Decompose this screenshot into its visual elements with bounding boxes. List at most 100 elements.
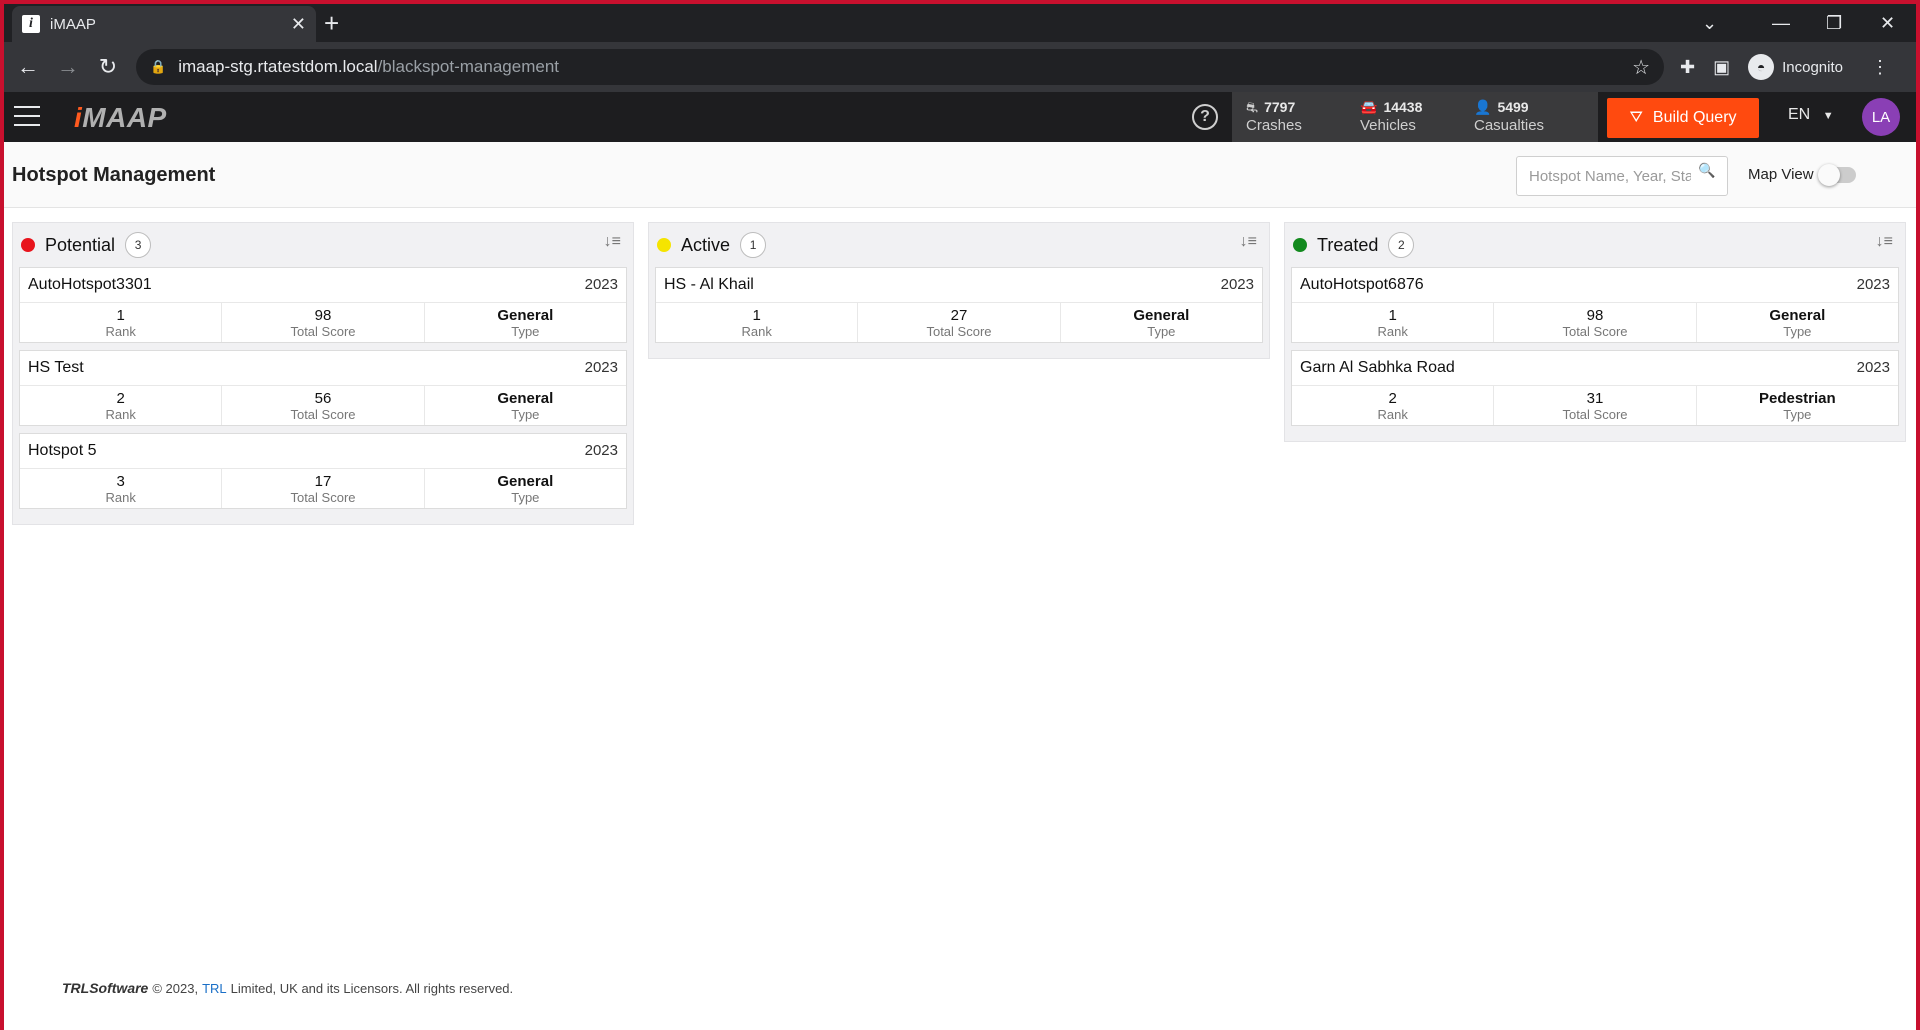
stat-crashes[interactable]: ⛐ 7797 Crashes bbox=[1232, 92, 1346, 142]
url-field[interactable]: 🔒 imaap-stg.rtatestdom.local/blackspot-m… bbox=[136, 49, 1664, 85]
imaap-logo[interactable]: iMAAP bbox=[74, 102, 167, 134]
hotspot-metrics: 1 Rank 27 Total Score General Type bbox=[656, 302, 1262, 342]
hotspot-card[interactable]: Garn Al Sabhka Road 2023 2 Rank 31 Total Scor… bbox=[1291, 350, 1899, 426]
type-label: Type bbox=[1147, 324, 1176, 339]
reload-icon[interactable]: ↻ bbox=[88, 54, 128, 80]
rank-value: 1 bbox=[116, 307, 125, 324]
tab-bar: i iMAAP ✕ + ⌄ — ❐ ✕ bbox=[4, 4, 1916, 42]
metric-total-score: 98 Total Score bbox=[222, 303, 425, 342]
type-label: Type bbox=[511, 407, 540, 422]
hotspot-name: HS - Al Khail bbox=[664, 276, 754, 293]
page-content: Hotspot Management 🔍 Map View Potential 3… bbox=[4, 142, 1916, 1030]
casualties-label: Casualties bbox=[1474, 117, 1545, 134]
metric-type: General Type bbox=[425, 303, 626, 342]
hotspot-card[interactable]: AutoHotspot3301 2023 1 Rank 98 Total Score Gen… bbox=[19, 267, 627, 343]
browser-menu-icon[interactable]: ⋮ bbox=[1871, 57, 1889, 78]
side-panel-icon[interactable]: ▣ bbox=[1713, 57, 1730, 78]
hotspot-metrics: 2 Rank 56 Total Score General Type bbox=[20, 385, 626, 425]
metric-type: General Type bbox=[425, 386, 626, 425]
type-label: Type bbox=[1783, 407, 1812, 422]
hotspot-card[interactable]: Hotspot 5 2023 3 Rank 17 Total Score General Ty… bbox=[19, 433, 627, 509]
minimize-icon[interactable]: — bbox=[1772, 4, 1790, 42]
score-value: 27 bbox=[950, 307, 968, 324]
incognito-profile[interactable]: ◓ Incognito bbox=[1748, 54, 1843, 80]
vehicles-count: 14438 bbox=[1383, 99, 1423, 115]
incognito-icon: ◓ bbox=[1748, 54, 1775, 80]
hotspot-card[interactable]: AutoHotspot6876 2023 1 Rank 98 Total Score Gen… bbox=[1291, 267, 1899, 343]
type-value: General bbox=[497, 307, 554, 324]
sort-icon[interactable]: ↓≡ bbox=[1240, 233, 1257, 251]
rank-label: Rank bbox=[1377, 324, 1408, 339]
score-value: 98 bbox=[314, 307, 332, 324]
new-tab-icon[interactable]: + bbox=[324, 8, 339, 38]
close-window-icon[interactable]: ✕ bbox=[1880, 4, 1895, 42]
tab-title: iMAAP bbox=[50, 15, 96, 33]
restore-icon[interactable]: ❐ bbox=[1826, 4, 1842, 42]
metric-total-score: 56 Total Score bbox=[222, 386, 425, 425]
hotspot-card[interactable]: HS Test 2023 2 Rank 56 Total Score General Type bbox=[19, 350, 627, 426]
column-title: Treated bbox=[1317, 234, 1379, 255]
rank-value: 2 bbox=[1388, 390, 1397, 407]
help-icon[interactable]: ? bbox=[1192, 104, 1218, 130]
tab-search-icon[interactable]: ⌄ bbox=[1702, 4, 1717, 42]
build-query-button[interactable]: ⛛ Build Query bbox=[1607, 98, 1759, 138]
footer-copyright: © 2023, bbox=[152, 980, 199, 996]
type-label: Type bbox=[511, 324, 540, 339]
stats-bar: ⛐ 7797 Crashes 🚘 14438 Vehicles 👤 5499 Casu… bbox=[1232, 92, 1598, 142]
bookmark-star-icon[interactable]: ☆ bbox=[1632, 55, 1650, 80]
user-avatar[interactable]: LA bbox=[1862, 98, 1900, 136]
column-header: Active 1 ↓≡ bbox=[655, 223, 1263, 267]
lock-icon: 🔒 bbox=[150, 59, 167, 74]
hotspot-year: 2023 bbox=[584, 359, 618, 376]
column-header: Potential 3 ↓≡ bbox=[19, 223, 627, 267]
column-header: Treated 2 ↓≡ bbox=[1291, 223, 1899, 267]
vehicles-label: Vehicles bbox=[1360, 117, 1416, 134]
score-label: Total Score bbox=[290, 324, 356, 339]
metric-total-score: 98 Total Score bbox=[1494, 303, 1697, 342]
trl-software-logo: TRLSoftware bbox=[62, 980, 149, 996]
stat-vehicles[interactable]: 🚘 14438 Vehicles bbox=[1346, 92, 1460, 142]
metric-total-score: 17 Total Score bbox=[222, 469, 425, 508]
forward-icon[interactable]: → bbox=[48, 54, 88, 80]
search-icon[interactable]: 🔍 bbox=[1698, 162, 1715, 179]
metric-rank: 2 Rank bbox=[1292, 386, 1495, 425]
rank-label: Rank bbox=[105, 407, 136, 422]
app-header: iMAAP ? ⛐ 7797 Crashes 🚘 14438 Vehicles 👤 5… bbox=[4, 92, 1916, 142]
score-value: 17 bbox=[314, 473, 332, 490]
hotspot-search-input[interactable] bbox=[1516, 156, 1728, 196]
stat-casualties[interactable]: 👤 5499 Casualties bbox=[1460, 92, 1574, 142]
sort-icon[interactable]: ↓≡ bbox=[604, 233, 621, 251]
status-dot-icon bbox=[657, 238, 671, 252]
hotspot-card[interactable]: HS - Al Khail 2023 1 Rank 27 Total Score Gener… bbox=[655, 267, 1263, 343]
column-potential: Potential 3 ↓≡ AutoHotspot3301 2023 1 Rank 98 To… bbox=[12, 222, 634, 525]
metric-type: Pedestrian Type bbox=[1697, 386, 1898, 425]
metric-rank: 2 Rank bbox=[20, 386, 223, 425]
rank-value: 2 bbox=[116, 390, 125, 407]
type-value: General bbox=[1769, 307, 1826, 324]
score-label: Total Score bbox=[290, 490, 356, 505]
back-icon[interactable]: ← bbox=[8, 54, 48, 80]
rank-value: 1 bbox=[1388, 307, 1397, 324]
filter-icon: ⛛ bbox=[1629, 109, 1643, 126]
close-tab-icon[interactable]: ✕ bbox=[291, 14, 306, 35]
type-label: Type bbox=[511, 490, 540, 505]
language-value: EN bbox=[1788, 106, 1811, 123]
hamburger-menu-icon[interactable] bbox=[14, 106, 40, 126]
map-view-toggle[interactable] bbox=[1817, 163, 1856, 186]
metric-total-score: 27 Total Score bbox=[858, 303, 1061, 342]
metric-type: General Type bbox=[1697, 303, 1898, 342]
column-title: Potential bbox=[45, 234, 116, 255]
page-toolbar: Hotspot Management 🔍 Map View bbox=[4, 142, 1916, 208]
type-label: Type bbox=[1783, 324, 1812, 339]
build-query-label: Build Query bbox=[1652, 109, 1737, 126]
extensions-icon[interactable]: ✚ bbox=[1680, 57, 1695, 78]
rank-value: 3 bbox=[116, 473, 125, 490]
browser-tab[interactable]: i iMAAP ✕ bbox=[12, 6, 316, 42]
hotspot-metrics: 3 Rank 17 Total Score General Type bbox=[20, 468, 626, 508]
column-title: Active bbox=[681, 234, 731, 255]
language-select[interactable]: EN ▼ bbox=[1788, 106, 1834, 124]
column-count-badge: 3 bbox=[125, 232, 152, 258]
trl-link[interactable]: TRL bbox=[202, 981, 227, 996]
sort-icon[interactable]: ↓≡ bbox=[1876, 233, 1893, 251]
hotspot-year: 2023 bbox=[1856, 276, 1890, 293]
